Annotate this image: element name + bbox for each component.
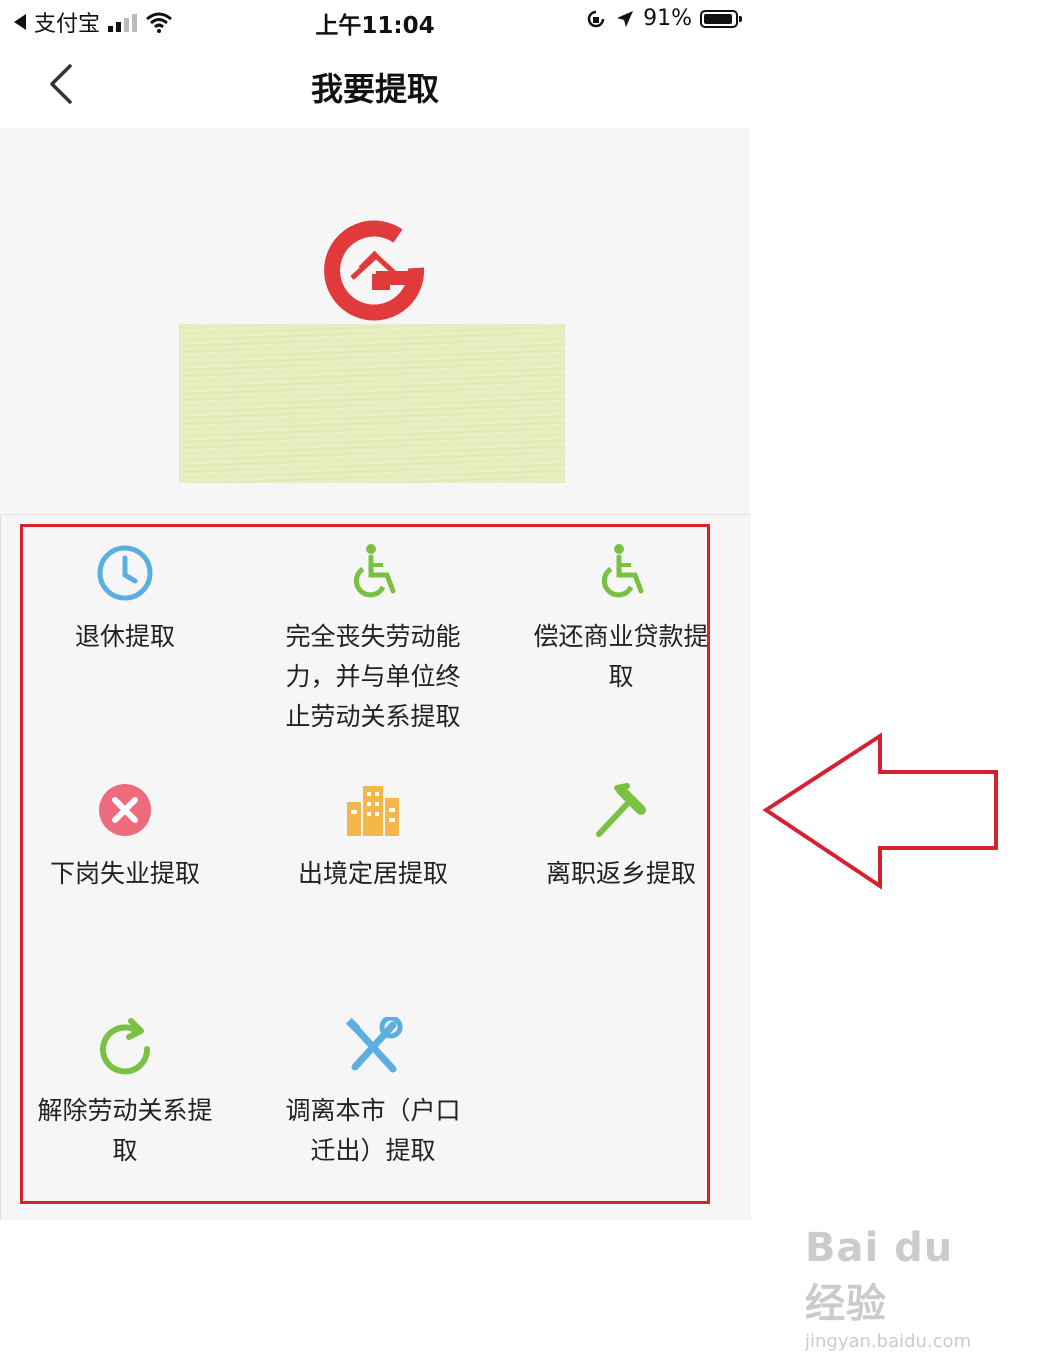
battery-icon [700,9,742,28]
watermark-main: Bai du 经验 [805,1225,954,1327]
location-icon [617,10,634,27]
status-bar: 支付宝 上午11:04 91% [0,0,750,40]
orientation-lock-icon [587,10,605,27]
watermark-sub: jingyan.baidu.com [805,1331,972,1352]
annotation-arrow-icon [762,732,998,890]
page-title: 我要提取 [310,70,439,108]
housing-fund-logo-icon [324,220,425,321]
status-right: 91% [585,6,742,31]
nav-bar: 我要提取 [0,40,750,128]
watermark: Bai du 经验 jingyan.baidu.com [805,1225,1005,1352]
blurred-region [179,324,565,483]
battery-percent: 91% [643,6,692,31]
annotation-highlight-box [20,524,710,1204]
hero-section [0,128,750,515]
